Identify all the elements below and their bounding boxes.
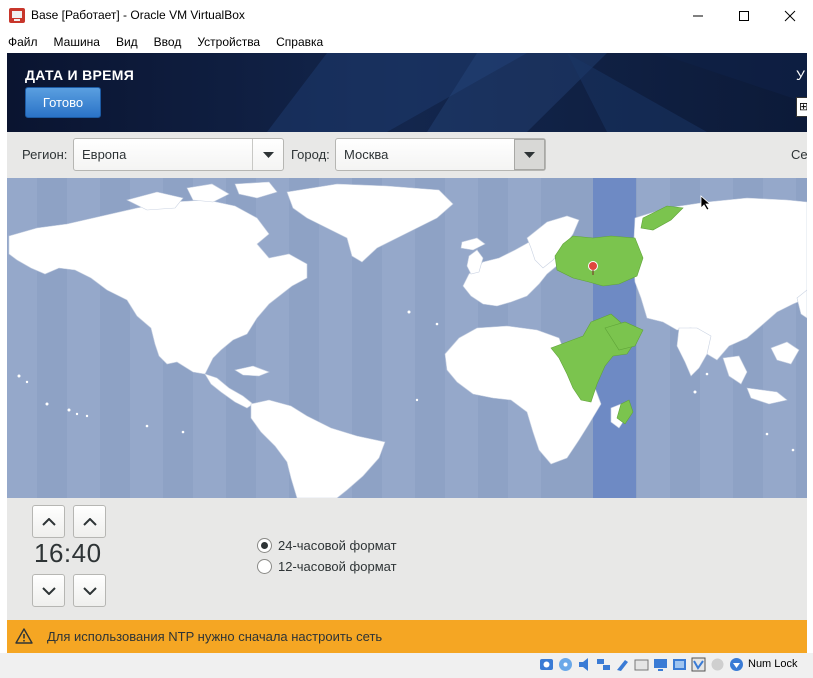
menu-help[interactable]: Справка	[276, 32, 323, 52]
format-24-radio[interactable]	[257, 538, 272, 553]
close-button[interactable]	[767, 0, 813, 31]
format-12-option[interactable]: 12-часовой формат	[257, 559, 397, 574]
display-icon[interactable]	[653, 657, 668, 672]
hard-disk-icon[interactable]	[539, 657, 554, 672]
virtualbox-app-icon	[9, 8, 25, 23]
done-button[interactable]: Готово	[25, 87, 101, 118]
numlock-indicator: Num Lock	[748, 658, 798, 670]
region-value: Европа	[82, 147, 127, 162]
format-24-label: 24-часовой формат	[278, 538, 397, 553]
vm-screen[interactable]: ДАТА И ВРЕМЯ Готово У ⊞ Регион: Европа Г…	[7, 53, 807, 653]
region-combo[interactable]: Европа	[73, 138, 284, 171]
minimize-button[interactable]	[675, 0, 721, 31]
hour-up-button[interactable]	[32, 505, 65, 538]
chevron-up-icon	[82, 517, 97, 526]
optical-drive-icon[interactable]	[558, 657, 573, 672]
chevron-down-icon	[82, 586, 97, 595]
vt-x-icon[interactable]	[691, 657, 706, 672]
chevron-down-icon[interactable]	[514, 139, 545, 170]
minute-down-button[interactable]	[73, 574, 106, 607]
format-24-option[interactable]: 24-часовой формат	[257, 538, 397, 553]
hour-down-button[interactable]	[32, 574, 65, 607]
time-panel: 16:40 24-часовой формат 12-часовой форма…	[7, 498, 807, 620]
header-right-text: У	[796, 67, 805, 83]
timezone-selector-bar: Регион: Европа Город: Москва Сет	[7, 132, 807, 178]
close-icon	[784, 10, 796, 21]
maximize-icon	[739, 10, 749, 21]
window-title: Base [Работает] - Oracle VM VirtualBox	[31, 8, 245, 22]
format-12-radio[interactable]	[257, 559, 272, 574]
virtualbox-status-bar: Num Lock	[0, 653, 813, 678]
warning-text: Для использования NTP нужно сначала наст…	[47, 629, 383, 644]
shared-folders-icon[interactable]	[634, 657, 649, 672]
city-combo[interactable]: Москва	[335, 138, 546, 171]
menu-machine[interactable]: Машина	[54, 32, 100, 52]
menu-view[interactable]: Вид	[116, 32, 138, 52]
format-12-label: 12-часовой формат	[278, 559, 397, 574]
network-icon[interactable]	[596, 657, 611, 672]
city-value: Москва	[344, 147, 389, 162]
keyboard-layout-indicator[interactable]: ⊞	[796, 97, 807, 117]
world-map-svg[interactable]	[7, 178, 807, 498]
menu-input[interactable]: Ввод	[154, 32, 182, 52]
time-display: 16:40	[34, 538, 102, 568]
minute-up-button[interactable]	[73, 505, 106, 538]
window-title-bar[interactable]: Base [Работает] - Oracle VM VirtualBox	[0, 0, 813, 31]
city-label: Город:	[291, 147, 330, 162]
audio-icon[interactable]	[577, 657, 592, 672]
warning-icon	[15, 628, 33, 644]
timezone-map[interactable]	[7, 178, 807, 498]
maximize-button[interactable]	[721, 0, 767, 31]
menu-devices[interactable]: Устройства	[197, 32, 260, 52]
usb-icon[interactable]	[615, 657, 630, 672]
page-title: ДАТА И ВРЕМЯ	[25, 67, 135, 83]
chevron-down-icon[interactable]	[252, 139, 283, 170]
minimize-icon	[693, 15, 703, 16]
header-background	[7, 53, 807, 132]
network-time-label: Сет	[791, 147, 807, 162]
warning-bar: Для использования NTP нужно сначала наст…	[7, 620, 807, 653]
host-key-icon[interactable]	[729, 657, 744, 672]
chevron-up-icon	[41, 517, 56, 526]
mouse-integration-icon[interactable]	[710, 657, 725, 672]
chevron-down-icon	[41, 586, 56, 595]
spoke-header: ДАТА И ВРЕМЯ Готово У ⊞	[7, 53, 807, 132]
menu-file[interactable]: Файл	[8, 32, 38, 52]
video-capture-icon[interactable]	[672, 657, 687, 672]
menu-bar: Файл Машина Вид Ввод Устройства Справка	[0, 31, 813, 53]
region-label: Регион:	[22, 147, 68, 162]
